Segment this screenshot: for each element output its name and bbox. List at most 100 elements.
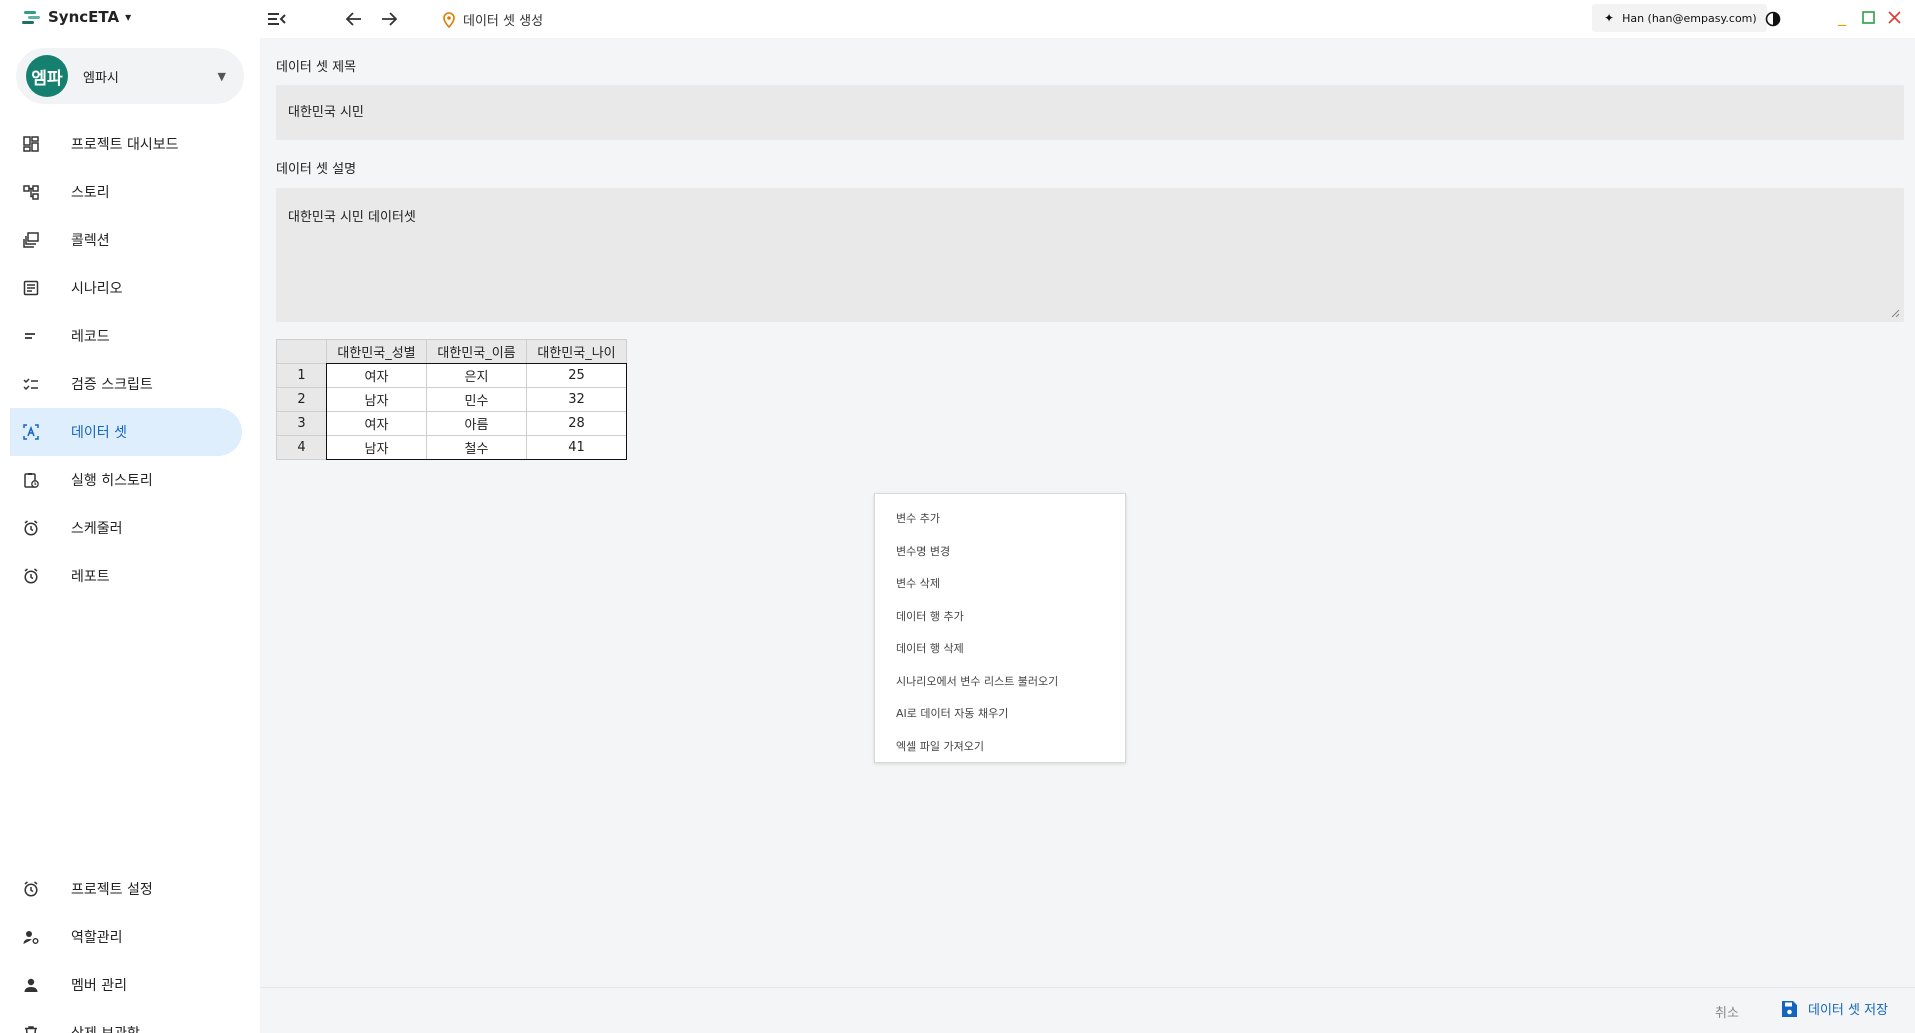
story-icon — [21, 182, 41, 202]
history-icon — [21, 470, 41, 490]
user-label: Han (han@empasy.com) — [1622, 11, 1757, 25]
dataset-icon — [21, 422, 41, 442]
menu-item-delete-row[interactable]: 데이터 행 삭제 — [875, 632, 1125, 665]
table-row: 4 남자 철수 41 — [276, 435, 627, 460]
sidebar-item-report[interactable]: 레포트 — [10, 552, 242, 600]
sidebar-item-label: 레코드 — [71, 329, 110, 345]
synceta-logo-icon — [22, 11, 40, 24]
save-button-label: 데이터 셋 저장 — [1808, 1003, 1889, 1018]
person-icon — [21, 975, 41, 995]
menu-item-ai-autofill[interactable]: AI로 데이터 자동 채우기 — [875, 697, 1125, 730]
theme-toggle-icon[interactable] — [1762, 8, 1784, 30]
grid-cell[interactable]: 아름 — [426, 411, 527, 436]
minimize-window-button[interactable]: _ — [1838, 7, 1846, 26]
breadcrumb-current: 데이터 셋 생성 — [463, 14, 544, 29]
menu-item-import-from-scenario[interactable]: 시나리오에서 변수 리스트 불러오기 — [875, 665, 1125, 698]
maximize-window-button[interactable] — [1862, 9, 1875, 28]
table-row: 3 여자 아름 28 — [276, 411, 627, 436]
menu-item-add-row[interactable]: 데이터 행 추가 — [875, 600, 1125, 633]
grid-cell[interactable]: 여자 — [326, 411, 427, 436]
project-selector[interactable]: 엠파 엠파시 ▼ — [16, 48, 244, 104]
grid-cell[interactable]: 41 — [526, 435, 627, 460]
app-name: SyncETA — [48, 8, 120, 26]
user-menu[interactable]: ✦ Han (han@empasy.com) — [1592, 4, 1767, 32]
grid-cell[interactable]: 철수 — [426, 435, 527, 460]
sidebar-item-scheduler[interactable]: 스케줄러 — [10, 504, 242, 552]
menu-item-delete-variable[interactable]: 변수 삭제 — [875, 567, 1125, 600]
record-icon — [21, 326, 41, 346]
table-row: 1 여자 은지 25 — [276, 363, 627, 388]
grid-corner[interactable] — [276, 339, 327, 364]
row-header[interactable]: 4 — [276, 435, 327, 460]
checklist-icon — [21, 374, 41, 394]
menu-item-add-variable[interactable]: 변수 추가 — [875, 502, 1125, 535]
sidebar-item-validation-script[interactable]: 검증 스크립트 — [10, 360, 242, 408]
sidebar-item-label: 프로젝트 대시보드 — [71, 137, 179, 153]
sidebar-item-dashboard[interactable]: 프로젝트 대시보드 — [10, 120, 242, 168]
grid-cell[interactable]: 은지 — [426, 363, 527, 388]
grid-cell[interactable]: 25 — [526, 363, 627, 388]
resize-grip-icon[interactable] — [1890, 308, 1900, 318]
role-icon — [21, 927, 41, 947]
sidebar-item-collection[interactable]: 콜렉션 — [10, 216, 242, 264]
menu-item-rename-variable[interactable]: 변수명 변경 — [875, 535, 1125, 568]
sidebar-item-story[interactable]: 스토리 — [10, 168, 242, 216]
sidebar-item-label: 레포트 — [71, 569, 110, 585]
alarm-icon — [21, 879, 41, 899]
grid-cell[interactable]: 28 — [526, 411, 627, 436]
column-header[interactable]: 대한민국_성별 — [326, 339, 427, 364]
sidebar-item-trash[interactable]: 삭제 보관함 — [10, 1009, 242, 1033]
dashboard-icon — [21, 134, 41, 154]
top-bar: SyncETA ▾ 데이터 셋 생성 ✦ Han (han@empasy.com… — [0, 0, 1915, 38]
sidebar-item-role-management[interactable]: 역할관리 — [10, 913, 242, 961]
sidebar-item-scenario[interactable]: 시나리오 — [10, 264, 242, 312]
sidebar-item-record[interactable]: 레코드 — [10, 312, 242, 360]
save-dataset-button[interactable]: 데이터 셋 저장 — [1780, 999, 1888, 1018]
collection-icon — [21, 230, 41, 250]
location-pin-icon — [443, 11, 455, 28]
project-name: 엠파시 — [83, 70, 119, 86]
menu-item-import-excel[interactable]: 엑셀 파일 가져오기 — [875, 730, 1125, 763]
row-header[interactable]: 2 — [276, 387, 327, 412]
table-row: 2 남자 민수 32 — [276, 387, 627, 412]
breadcrumb: 데이터 셋 생성 — [443, 10, 543, 29]
trash-icon — [21, 1023, 41, 1033]
grid-cell[interactable]: 남자 — [326, 387, 427, 412]
grid-cell[interactable]: 남자 — [326, 435, 427, 460]
grid-cell[interactable]: 여자 — [326, 363, 427, 388]
context-menu: 변수 추가 변수명 변경 변수 삭제 데이터 행 추가 데이터 행 삭제 시나리… — [874, 493, 1126, 763]
grid-cell[interactable]: 민수 — [426, 387, 527, 412]
cancel-button[interactable]: 취소 — [1715, 1002, 1739, 1021]
sidebar-item-label: 멤버 관리 — [71, 978, 127, 994]
sidebar-item-label: 역할관리 — [71, 930, 123, 946]
back-arrow-icon[interactable] — [343, 8, 365, 30]
scenario-icon — [21, 278, 41, 298]
sidebar-item-label: 콜렉션 — [71, 233, 110, 249]
description-textarea[interactable]: 대한민국 시민 데이터셋 — [276, 188, 1904, 322]
description-text: 대한민국 시민 데이터셋 — [288, 210, 416, 225]
sidebar: 엠파 엠파시 ▼ 프로젝트 대시보드 스토리 콜렉션 시나리오 레코드 검증 스… — [0, 38, 260, 1033]
title-input[interactable]: 대한민국 시민 — [276, 85, 1904, 140]
sidebar-item-dataset[interactable]: 데이터 셋 — [10, 408, 242, 456]
sidebar-item-label: 데이터 셋 — [71, 425, 127, 441]
app-switcher[interactable]: SyncETA ▾ — [22, 8, 131, 26]
title-field-label: 데이터 셋 제목 — [276, 60, 357, 75]
row-header[interactable]: 3 — [276, 411, 327, 436]
column-header[interactable]: 대한민국_나이 — [526, 339, 627, 364]
forward-arrow-icon[interactable] — [378, 8, 400, 30]
sidebar-item-label: 실행 히스토리 — [71, 473, 153, 489]
dataset-grid: 대한민국_성별 대한민국_이름 대한민국_나이 1 여자 은지 25 2 남자 … — [276, 339, 627, 460]
main-content: 데이터 셋 제목 대한민국 시민 데이터 셋 설명 대한민국 시민 데이터셋 대… — [260, 38, 1915, 1033]
close-window-button[interactable] — [1888, 9, 1901, 28]
sidebar-item-run-history[interactable]: 실행 히스토리 — [10, 456, 242, 504]
sidebar-item-label: 스토리 — [71, 185, 110, 201]
menu-collapse-icon[interactable] — [266, 8, 288, 30]
column-header[interactable]: 대한민국_이름 — [426, 339, 527, 364]
sidebar-item-label: 검증 스크립트 — [71, 377, 153, 393]
alarm-icon — [21, 566, 41, 586]
row-header[interactable]: 1 — [276, 363, 327, 388]
sidebar-item-project-settings[interactable]: 프로젝트 설정 — [10, 865, 242, 913]
caret-down-icon: ▼ — [217, 69, 226, 83]
sidebar-item-member-management[interactable]: 멤버 관리 — [10, 961, 242, 1009]
grid-cell[interactable]: 32 — [526, 387, 627, 412]
